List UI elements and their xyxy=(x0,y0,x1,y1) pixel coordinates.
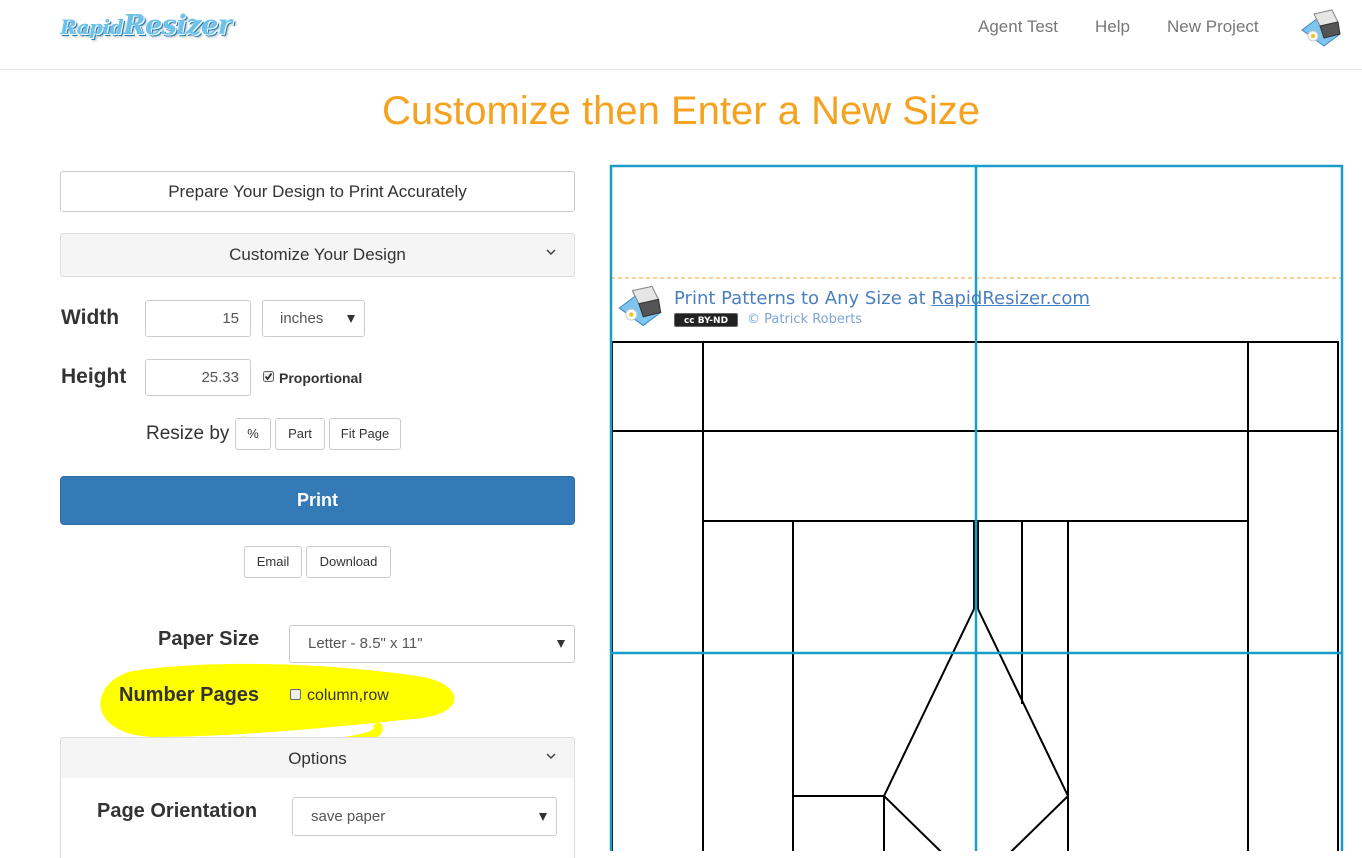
paper-size-value: Letter - 8.5" x 11" xyxy=(308,635,423,652)
proportional-label: Proportional xyxy=(279,370,363,386)
page-orientation-label: Page Orientation xyxy=(97,800,258,822)
nav-link-help[interactable]: Help xyxy=(1095,17,1130,37)
width-label: Width xyxy=(61,306,120,329)
number-pages-checkbox[interactable] xyxy=(290,689,301,700)
pattern-preview-canvas xyxy=(609,164,1344,851)
nav-link-agent-test[interactable]: Agent Test xyxy=(978,17,1058,37)
resize-percent-button[interactable]: % xyxy=(235,418,271,450)
page-title: Customize then Enter a New Size xyxy=(381,89,981,133)
printer-app-icon[interactable] xyxy=(1298,6,1344,52)
unit-select[interactable]: inches xyxy=(262,300,365,337)
select-arrow-icon xyxy=(557,640,565,648)
nav-link-new-project[interactable]: New Project xyxy=(1167,17,1259,37)
banner-link[interactable]: RapidResizer.com xyxy=(931,288,1090,309)
customize-design-label: Customize Your Design xyxy=(229,245,406,264)
rapidresizer-logo[interactable]: RapidResizer xyxy=(60,10,232,41)
resize-part-button[interactable]: Part xyxy=(275,418,325,450)
number-pages-option-label: column,row xyxy=(307,687,389,704)
chevron-down-icon xyxy=(546,753,556,760)
options-label: Options xyxy=(288,749,347,768)
height-label: Height xyxy=(61,365,127,388)
height-input[interactable]: 25.33 xyxy=(145,359,251,396)
page-orientation-value: save paper xyxy=(311,808,386,825)
email-button[interactable]: Email xyxy=(244,546,302,578)
prepare-design-button[interactable]: Prepare Your Design to Print Accurately xyxy=(60,171,575,212)
banner-text-prefix: Print Patterns to Any Size at xyxy=(674,288,932,309)
select-arrow-icon xyxy=(347,314,355,323)
unit-select-value: inches xyxy=(280,310,324,327)
width-input[interactable]: 15 xyxy=(145,300,251,337)
resize-fit-page-button[interactable]: Fit Page xyxy=(329,418,401,450)
cc-license-badge: cc BY-ND xyxy=(674,313,738,327)
navbar: RapidResizer Agent Test Help New Project xyxy=(0,0,1362,70)
chevron-down-icon xyxy=(546,249,556,256)
credit-text: © Patrick Roberts xyxy=(747,312,863,327)
customize-design-accordion[interactable]: Customize Your Design xyxy=(60,233,575,277)
print-preview[interactable]: Print Patterns to Any Size at RapidResiz… xyxy=(608,164,1362,851)
number-pages-label: Number Pages xyxy=(119,684,260,706)
select-arrow-icon xyxy=(539,812,547,821)
paper-size-label: Paper Size xyxy=(158,628,260,650)
banner-text: Print Patterns to Any Size at RapidResiz… xyxy=(674,288,1090,309)
options-accordion[interactable]: Options xyxy=(60,737,575,780)
proportional-checkbox[interactable] xyxy=(263,371,274,382)
page-orientation-select[interactable]: save paper xyxy=(292,797,557,836)
print-button[interactable]: Print xyxy=(60,476,575,525)
resize-by-label: Resize by xyxy=(146,423,230,444)
download-button[interactable]: Download xyxy=(306,546,391,578)
printer-logo-icon xyxy=(618,285,662,327)
